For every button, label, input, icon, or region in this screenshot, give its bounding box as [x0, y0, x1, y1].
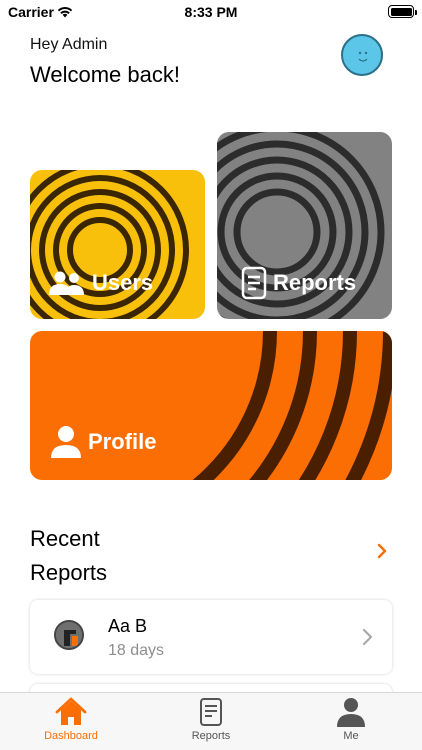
users-icon	[49, 271, 84, 295]
profile-card[interactable]: Profile	[30, 331, 392, 480]
document-icon	[200, 698, 222, 726]
battery-icon	[388, 5, 417, 18]
document-icon	[241, 266, 267, 300]
tab-bar: Dashboard Reports Me	[0, 692, 422, 750]
report-title: Aa B	[108, 616, 148, 636]
greeting-text: Hey Admin	[30, 36, 108, 53]
profile-card-label-group: Profile	[50, 425, 156, 459]
recent-title-line1: Recent	[30, 526, 100, 551]
reports-card-label: Reports	[273, 270, 357, 295]
users-card-label-group: Users	[48, 270, 153, 296]
page-title: Welcome back!	[30, 62, 180, 87]
tab-dashboard-label: Dashboard	[44, 730, 98, 742]
tab-reports-label: Reports	[191, 730, 231, 742]
status-bar: Carrier 8:33 PM	[0, 0, 422, 24]
home-icon	[55, 697, 87, 725]
recent-title-line2: Reports	[30, 560, 108, 585]
tab-reports[interactable]: Reports	[161, 697, 261, 749]
report-age: 18 days	[108, 642, 165, 659]
report-avatar-icon	[54, 620, 84, 650]
users-card-arcs	[30, 170, 189, 319]
see-all-chevron-icon[interactable]	[374, 541, 390, 561]
users-card-label: Users	[92, 270, 154, 295]
reports-card-label-group: Reports	[241, 266, 356, 300]
tab-me-label: Me	[343, 730, 359, 742]
person-icon	[337, 698, 365, 727]
chevron-right-icon	[362, 628, 373, 646]
list-item[interactable]: Aa B 18 days	[30, 600, 392, 674]
profile-card-label: Profile	[88, 429, 157, 454]
avatar-face-icon	[358, 51, 368, 62]
clock: 8:33 PM	[184, 4, 238, 20]
reports-card[interactable]: Reports	[217, 132, 392, 319]
recent-reports-title: Recent Reports	[30, 522, 107, 590]
users-card[interactable]: Users	[30, 170, 205, 319]
person-icon	[51, 426, 81, 458]
tab-dashboard[interactable]: Dashboard	[21, 697, 121, 749]
tab-me[interactable]: Me	[301, 697, 401, 749]
avatar[interactable]	[341, 34, 383, 76]
